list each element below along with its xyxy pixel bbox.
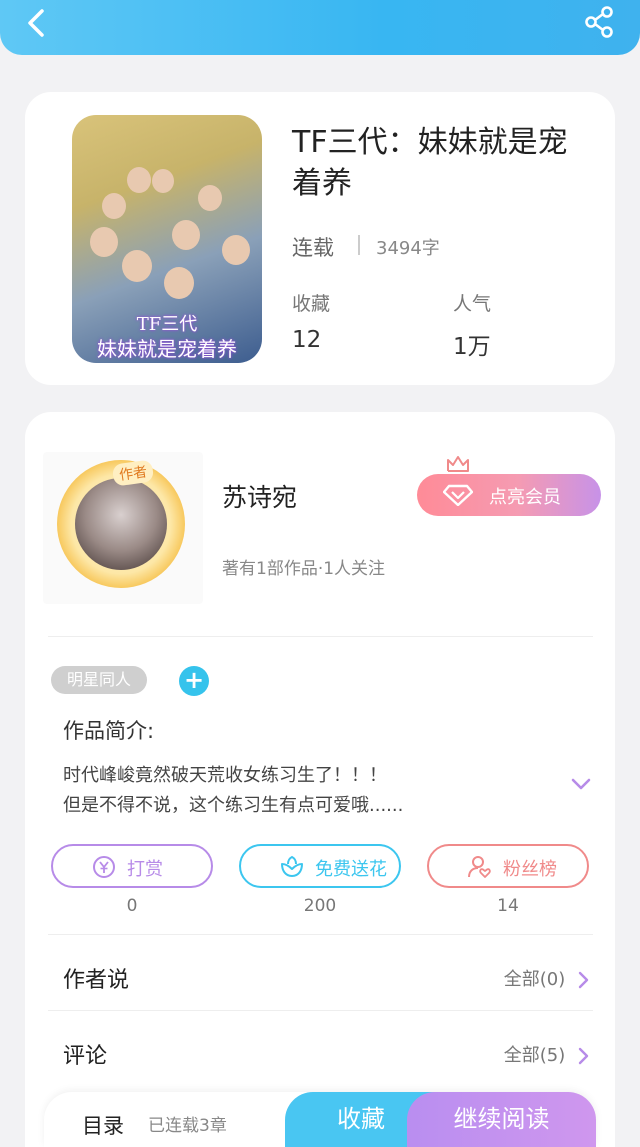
- cover-figure: [90, 227, 118, 257]
- popularity-label: 人气: [453, 293, 492, 315]
- comments-all-link[interactable]: 全部(5): [504, 1041, 591, 1067]
- chevron-down-icon[interactable]: [569, 772, 593, 796]
- word-count: 3494字: [376, 238, 440, 259]
- flower-count: 200: [303, 896, 337, 916]
- flower-icon: [281, 855, 303, 877]
- send-flower-label: 免费送花: [315, 859, 387, 880]
- fan-ranking-button[interactable]: 粉丝榜: [427, 844, 589, 888]
- yen-coin-icon: [93, 856, 115, 878]
- author-notes-all-label: 全部(0): [503, 969, 566, 990]
- favorites-count: 12: [292, 327, 322, 353]
- cover-figure: [152, 169, 174, 193]
- cover-caption-line2: 妹妹就是宠着养: [97, 337, 237, 361]
- book-cover[interactable]: TF三代 妹妹就是宠着养: [72, 115, 262, 363]
- synopsis-label: 作品简介:: [63, 719, 155, 743]
- send-flower-button[interactable]: 免费送花: [239, 844, 401, 888]
- avatar-photo: [75, 478, 167, 570]
- author-name[interactable]: 苏诗宛: [222, 478, 297, 514]
- crown-icon: [447, 456, 469, 472]
- vip-button-label: 点亮会员: [489, 487, 561, 508]
- share-icon[interactable]: [582, 4, 618, 40]
- chevron-right-icon: [578, 1047, 589, 1065]
- top-bar: [0, 0, 640, 55]
- cover-figure: [164, 267, 194, 299]
- toc-button[interactable]: 目录: [82, 1110, 124, 1140]
- cover-figure: [172, 220, 200, 250]
- divider: [48, 1010, 593, 1011]
- cover-figure: [122, 250, 152, 282]
- tip-label: 打赏: [127, 859, 163, 880]
- author-notes-title: 作者说: [63, 968, 130, 993]
- author-avatar-frame[interactable]: 作者: [43, 452, 203, 604]
- tip-button[interactable]: 打赏: [51, 844, 213, 888]
- serial-status: 连载: [292, 236, 334, 260]
- back-arrow-icon[interactable]: [20, 6, 54, 40]
- diamond-icon: [443, 484, 473, 506]
- comments-title: 评论: [63, 1044, 108, 1069]
- cover-figure: [222, 235, 250, 265]
- bottom-action-bar: 目录 已连载3章 收藏 继续阅读: [44, 1092, 596, 1147]
- add-tag-button[interactable]: +: [179, 666, 209, 696]
- author-meta: 著有1部作品·1人关注: [222, 559, 386, 579]
- tip-count: 0: [126, 896, 138, 916]
- book-info-card: TF三代 妹妹就是宠着养 TF三代：妹妹就是宠着养 连载 3494字 收藏 12…: [25, 92, 615, 385]
- genre-tag[interactable]: 明星同人: [51, 666, 147, 694]
- book-title: TF三代：妹妹就是宠着养: [292, 125, 568, 201]
- status-divider: [358, 235, 360, 255]
- fan-count: 14: [497, 896, 519, 916]
- details-card: 作者 苏诗宛 著有1部作品·1人关注 点亮会员 明星同人 + 作品简介: 时代峰…: [25, 412, 615, 1147]
- continue-reading-button[interactable]: 继续阅读: [407, 1092, 596, 1147]
- comments-all-label: 全部(5): [503, 1045, 566, 1066]
- divider: [48, 636, 593, 637]
- author-notes-all-link[interactable]: 全部(0): [504, 965, 591, 991]
- user-heart-icon: [468, 856, 491, 878]
- favorites-label: 收藏: [292, 293, 331, 315]
- fan-ranking-label: 粉丝榜: [503, 859, 557, 880]
- synopsis-line: 时代峰峻竟然破天荒收女练习生了！！！: [63, 765, 387, 786]
- vip-button[interactable]: 点亮会员: [417, 456, 601, 516]
- divider: [48, 934, 593, 935]
- cover-figure: [102, 193, 126, 219]
- synopsis-line: 但是不得不说，这个练习生有点可爱哦......: [63, 795, 404, 816]
- popularity-count: 1万: [453, 334, 491, 360]
- cover-figure: [198, 185, 222, 211]
- cover-figure: [127, 167, 151, 193]
- chapter-count: 已连载3章: [148, 1116, 227, 1136]
- chevron-right-icon: [578, 971, 589, 989]
